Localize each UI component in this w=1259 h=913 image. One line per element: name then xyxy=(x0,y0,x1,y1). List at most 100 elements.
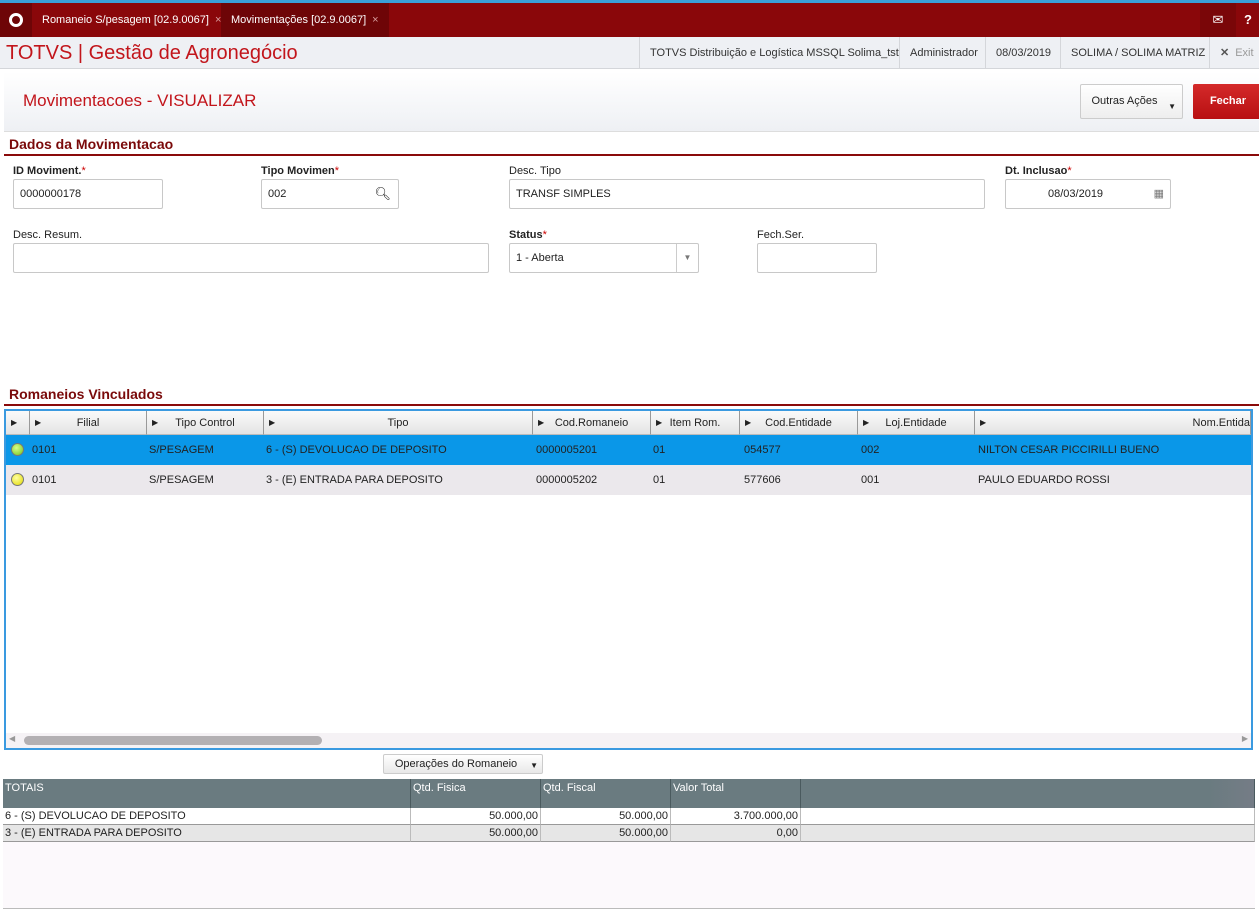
status-yellow-icon xyxy=(11,473,24,486)
mail-icon[interactable]: ✉ xyxy=(1200,3,1236,37)
environment-info: TOTVS Distribuição e Logística MSSQL Sol… xyxy=(639,37,909,69)
totvs-logo-icon[interactable] xyxy=(0,3,32,37)
cell-qtd-fisica: 50.000,00 xyxy=(411,808,541,825)
column-header-nom-entidade[interactable]: ▶ Nom.Entida xyxy=(975,411,1251,435)
table-row[interactable]: 0101 S/PESAGEM 6 - (S) DEVOLUCAO DE DEPO… xyxy=(6,435,1251,465)
exit-label: Exit xyxy=(1235,47,1254,59)
totals-header-qtd-fiscal: Qtd. Fiscal xyxy=(541,779,671,808)
triangle-right-icon: ▶ xyxy=(11,418,18,427)
scroll-left-icon[interactable]: ◀ xyxy=(9,734,15,743)
desc-tipo-field[interactable]: TRANSF SIMPLES xyxy=(509,179,985,209)
other-actions-button[interactable]: Outras Ações ▼ xyxy=(1080,84,1183,119)
section-title-romaneios: Romaneios Vinculados xyxy=(9,386,163,402)
divider xyxy=(3,908,1255,909)
column-header-loj-entidade[interactable]: ▶ Loj.Entidade xyxy=(858,411,975,435)
cell-qtd-fiscal: 50.000,00 xyxy=(541,825,671,842)
section-title-dados: Dados da Movimentacao xyxy=(9,136,174,152)
tipo-movimento-field[interactable]: 002 🔍︎ xyxy=(261,179,399,209)
tipo-label: Tipo Movimen* xyxy=(261,165,340,177)
calendar-icon[interactable]: ▦ xyxy=(1154,180,1164,208)
cell-tipo-control: S/PESAGEM xyxy=(149,444,214,456)
status-select[interactable]: 1 - Aberta ▼ xyxy=(509,243,699,273)
dt-inclusao-label: Dt. Inclusao* xyxy=(1005,165,1072,177)
cell-totais: 6 - (S) DEVOLUCAO DE DEPOSITO xyxy=(3,808,411,825)
id-movimento-field[interactable]: 0000000178 xyxy=(13,179,163,209)
chevron-down-icon: ▼ xyxy=(530,761,538,770)
search-icon[interactable]: 🔍︎ xyxy=(374,180,391,208)
status-green-icon xyxy=(11,443,24,456)
totals-header-totais: TOTAIS xyxy=(3,779,411,808)
cell-cod-romaneio: 0000005201 xyxy=(536,444,598,456)
date-value: 08/03/2019 xyxy=(1048,188,1104,200)
fech-ser-field[interactable] xyxy=(757,243,877,273)
totals-row[interactable]: 6 - (S) DEVOLUCAO DE DEPOSITO 50.000,00 … xyxy=(3,808,1255,825)
chevron-down-icon: ▼ xyxy=(1168,102,1176,111)
column-header-tipo-control[interactable]: ▶ Tipo Control xyxy=(147,411,264,435)
column-header-filial[interactable]: ▶ Filial xyxy=(30,411,147,435)
horizontal-scrollbar[interactable]: ◀ ▶ xyxy=(6,733,1251,748)
column-header-cod-romaneio[interactable]: ▶ Cod.Romaneio xyxy=(533,411,651,435)
cell-tipo-control: S/PESAGEM xyxy=(149,474,214,486)
status-value: 1 - Aberta xyxy=(516,252,564,264)
desc-resum-label: Desc. Resum. xyxy=(13,229,83,241)
cell-valor-total: 3.700.000,00 xyxy=(671,808,801,825)
cell-loj-entidade: 002 xyxy=(861,444,880,456)
cell-nom-entidade: NILTON CESAR PICCIRILLI BUENO xyxy=(978,444,1160,456)
column-header-item-rom[interactable]: ▶ Item Rom. xyxy=(651,411,740,435)
close-button[interactable]: Fechar xyxy=(1193,84,1259,119)
cell-filial: 0101 xyxy=(32,444,57,456)
totals-row[interactable]: 3 - (E) ENTRADA PARA DEPOSITO 50.000,00 … xyxy=(3,825,1255,842)
cell-loj-entidade: 001 xyxy=(861,474,880,486)
user-info: Administrador xyxy=(899,37,988,69)
exit-button[interactable]: ✕ Exit xyxy=(1209,37,1259,69)
tipo-value: 002 xyxy=(268,188,287,200)
cell-cod-entidade: 054577 xyxy=(744,444,781,456)
cell-valor-total: 0,00 xyxy=(671,825,801,842)
chevron-down-icon[interactable]: ▼ xyxy=(676,244,698,272)
totals-header-valor-total: Valor Total xyxy=(671,779,801,808)
tab-label: Romaneio S/pesagem [02.9.0067] xyxy=(42,14,209,26)
tab-label: Movimentações [02.9.0067] xyxy=(231,14,367,26)
table-row[interactable]: 0101 S/PESAGEM 3 - (E) ENTRADA PARA DEPO… xyxy=(6,465,1251,495)
column-header-cod-entidade[interactable]: ▶ Cod.Entidade xyxy=(740,411,858,435)
fech-ser-label: Fech.Ser. xyxy=(757,229,805,241)
desc-tipo-label: Desc. Tipo xyxy=(509,165,561,177)
other-actions-label: Outras Ações xyxy=(1091,95,1158,107)
scroll-right-icon[interactable]: ▶ xyxy=(1242,734,1248,743)
status-label: Status* xyxy=(509,229,547,241)
cell-qtd-fisica: 50.000,00 xyxy=(411,825,541,842)
scrollbar-thumb[interactable] xyxy=(24,736,322,745)
totals-header-filler xyxy=(801,779,1255,808)
column-header-selector[interactable]: ▶ xyxy=(6,411,30,435)
tab-movimentacoes[interactable]: Movimentações [02.9.0067] × xyxy=(221,3,389,37)
close-tab-icon[interactable]: × xyxy=(372,14,378,26)
operations-label: Operações do Romaneio xyxy=(394,758,518,770)
cell-item-rom: 01 xyxy=(653,444,666,456)
date-info: 08/03/2019 xyxy=(985,37,1061,69)
id-label: ID Moviment.* xyxy=(13,165,86,177)
cell-item-rom: 01 xyxy=(653,474,666,486)
app-title: TOTVS | Gestão de Agronegócio xyxy=(6,42,298,64)
cell-filler xyxy=(801,825,1255,842)
dt-inclusao-field[interactable]: 08/03/2019 ▦ xyxy=(1005,179,1171,209)
cell-qtd-fiscal: 50.000,00 xyxy=(541,808,671,825)
cell-tipo: 3 - (E) ENTRADA PARA DEPOSITO xyxy=(266,474,443,486)
close-icon: ✕ xyxy=(1220,47,1230,59)
cell-nom-entidade: PAULO EDUARDO ROSSI xyxy=(978,474,1110,486)
column-header-tipo[interactable]: ▶ Tipo xyxy=(264,411,533,435)
cell-filler xyxy=(801,808,1255,825)
tab-romaneio[interactable]: Romaneio S/pesagem [02.9.0067] × xyxy=(32,3,231,37)
cell-cod-entidade: 577606 xyxy=(744,474,781,486)
divider xyxy=(4,154,1259,156)
totals-table: TOTAIS Qtd. Fisica Qtd. Fiscal Valor Tot… xyxy=(3,779,1255,909)
cell-cod-romaneio: 0000005202 xyxy=(536,474,598,486)
cell-filial: 0101 xyxy=(32,474,57,486)
help-icon[interactable]: ? xyxy=(1238,3,1259,37)
operations-button[interactable]: Operações do Romaneio ▼ xyxy=(383,754,543,774)
company-info: SOLIMA / SOLIMA MATRIZ xyxy=(1060,37,1215,69)
page-title: Movimentacoes - VISUALIZAR xyxy=(23,91,257,110)
desc-resum-field[interactable] xyxy=(13,243,489,273)
divider xyxy=(4,404,1259,406)
cell-totais: 3 - (E) ENTRADA PARA DEPOSITO xyxy=(3,825,411,842)
cell-tipo: 6 - (S) DEVOLUCAO DE DEPOSITO xyxy=(266,444,447,456)
